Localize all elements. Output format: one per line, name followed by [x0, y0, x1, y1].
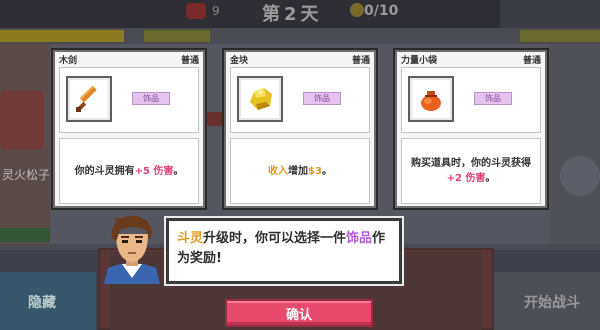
reward-card-gold-nugget[interactable]: 金块 普通 饰品 收入增加$3。: [224, 50, 376, 208]
heart-icon: [186, 3, 206, 19]
card-rarity: 普通: [180, 56, 199, 66]
day-label: 第2天: [262, 4, 323, 25]
item-tag: 饰品: [303, 92, 341, 105]
coins-count: 0/10: [364, 3, 399, 19]
card-top-section: 饰品: [59, 67, 199, 133]
reward-card-strength-pouch[interactable]: 力量小袋 普通 饰品 购买道具时，你的斗灵获得 +2 伤害。: [395, 50, 547, 208]
gold-nugget-icon: [250, 88, 272, 110]
desc-text: 增加: [288, 165, 309, 177]
card-description: 购买道具时，你的斗灵获得 +2 伤害。: [401, 138, 541, 204]
desc-text: 购买道具时，你的斗灵获得: [411, 158, 531, 169]
hearts-count: 9: [212, 4, 220, 18]
desc-highlight: +2 伤害: [446, 173, 486, 184]
desc-suffix: 。: [485, 173, 496, 184]
desc-highlight: $3: [308, 165, 322, 177]
desc-highlight-word: 收入: [268, 165, 289, 177]
desc-suffix: 。: [173, 165, 184, 177]
card-header: 木剑 普通: [55, 52, 203, 67]
item-slot: [237, 76, 283, 122]
mentor-avatar: [104, 215, 160, 284]
card-header: 金块 普通: [226, 52, 374, 67]
left-item-label: 灵火松子: [2, 168, 51, 182]
tutorial-dialog: 斗灵升级时，你可以选择一件饰品作为奖励!: [166, 218, 402, 284]
card-top-section: 饰品: [230, 67, 370, 133]
hide-button-label: 隐藏: [28, 295, 56, 311]
card-top-section: 饰品: [401, 67, 541, 133]
wooden-sword-icon: [76, 85, 97, 112]
desc-suffix: 。: [321, 165, 332, 177]
strength-pouch-icon: [421, 91, 441, 111]
desc-text: 你的斗灵拥有: [74, 165, 135, 177]
start-battle-label: 开始战斗: [524, 295, 580, 311]
item-slot: [408, 76, 454, 122]
dialog-keyword-accessory: 饰品: [346, 231, 373, 246]
card-name: 金块: [230, 56, 249, 66]
card-rarity: 普通: [351, 56, 370, 66]
dialog-text: 升级时，你可以选择一件: [203, 231, 347, 246]
card-rarity: 普通: [522, 56, 541, 66]
coin-icon: [350, 3, 364, 17]
card-name: 力量小袋: [401, 56, 438, 66]
item-slot: [66, 76, 112, 122]
reward-card-wooden-sword[interactable]: 木剑 普通 饰品 你的斗灵拥有+5 伤害。: [53, 50, 205, 208]
character-portrait: [0, 90, 44, 150]
energy-bar: [144, 30, 210, 42]
right-slot: [560, 156, 600, 196]
card-description: 收入增加$3。: [230, 138, 370, 204]
card-header: 力量小袋 普通: [397, 52, 545, 67]
card-name: 木剑: [59, 56, 78, 66]
confirm-button[interactable]: 确认: [225, 299, 373, 327]
item-tag: 饰品: [474, 92, 512, 105]
dialog-keyword-spirit: 斗灵: [177, 231, 204, 246]
health-bar: [0, 30, 124, 42]
item-tag: 饰品: [132, 92, 170, 105]
card-description: 你的斗灵拥有+5 伤害。: [59, 138, 199, 204]
desc-highlight: +5 伤害: [134, 165, 174, 177]
right-panel: [550, 44, 600, 244]
enemy-bar: [520, 30, 600, 42]
settings-icons[interactable]: [500, 0, 600, 28]
